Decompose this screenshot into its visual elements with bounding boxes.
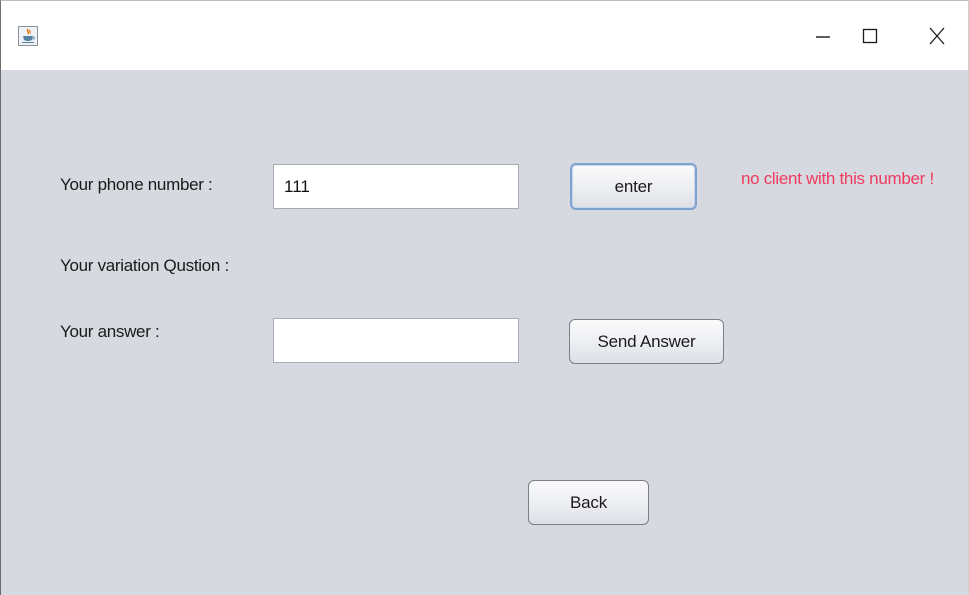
maximize-icon[interactable]	[853, 19, 887, 53]
answer-input[interactable]	[273, 318, 519, 363]
error-message: no client with this number !	[741, 169, 934, 188]
enter-button[interactable]: enter	[570, 163, 697, 210]
form-panel: Your phone number : 111 enter no client …	[1, 70, 968, 595]
java-coffee-icon[interactable]	[18, 26, 38, 46]
phone-number-input[interactable]: 111	[273, 164, 519, 209]
back-button[interactable]: Back	[528, 480, 649, 525]
answer-label: Your answer :	[60, 322, 160, 341]
minimize-icon[interactable]	[806, 19, 840, 53]
phone-number-label: Your phone number :	[60, 175, 213, 194]
variation-question-label: Your variation Qustion :	[60, 256, 229, 275]
app-window: Your phone number : 111 enter no client …	[0, 0, 969, 595]
close-icon[interactable]	[920, 19, 954, 53]
title-bar	[1, 1, 968, 70]
send-answer-button[interactable]: Send Answer	[569, 319, 724, 364]
